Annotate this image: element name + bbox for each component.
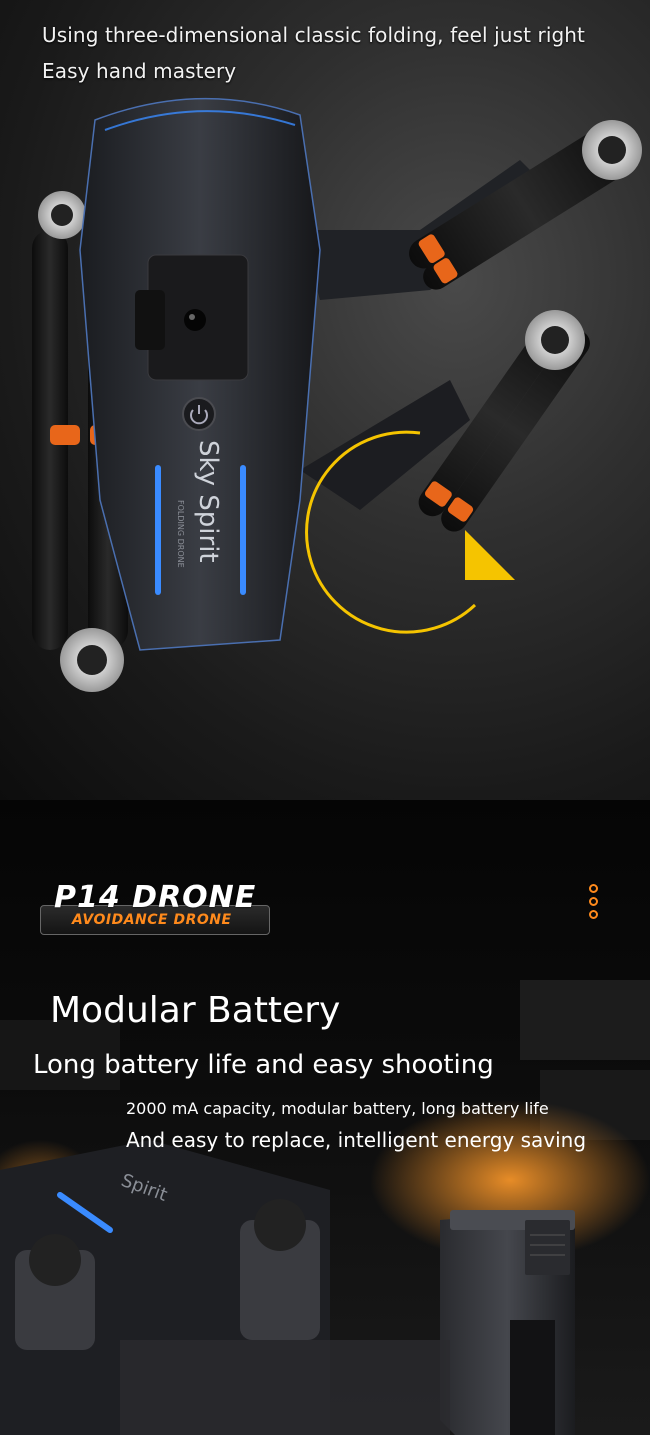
badge-title: P14 DRONE: [54, 880, 257, 915]
badge-subtitle: AVOIDANCE DRONE: [72, 912, 232, 928]
intro-line-2: Easy hand mastery: [42, 59, 237, 83]
brand-subtext: FOLDING DRONE: [176, 500, 185, 568]
battery-subtitle: Long battery life and easy shooting: [33, 1050, 494, 1080]
battery-detail-2: And easy to replace, intelligent energy …: [126, 1128, 587, 1152]
battery-detail-1: 2000 mA capacity, modular battery, long …: [126, 1099, 549, 1118]
folded-drone-illustration: Sky Spirit FOLDING DRONE: [32, 97, 642, 692]
intro-line-1: Using three-dimensional classic folding,…: [42, 23, 585, 47]
p14-drone-badge: P14 DRONE AVOIDANCE DRONE: [40, 880, 270, 935]
battery-title: Modular Battery: [50, 990, 341, 1031]
brand-text: Sky Spirit: [193, 440, 223, 563]
power-icon: [182, 397, 216, 431]
rotate-arrow-icon: [305, 430, 515, 634]
more-dots-icon: [589, 884, 599, 923]
folding-section: Sky Spirit FOLDING DRONE Using three-dim…: [0, 0, 650, 800]
